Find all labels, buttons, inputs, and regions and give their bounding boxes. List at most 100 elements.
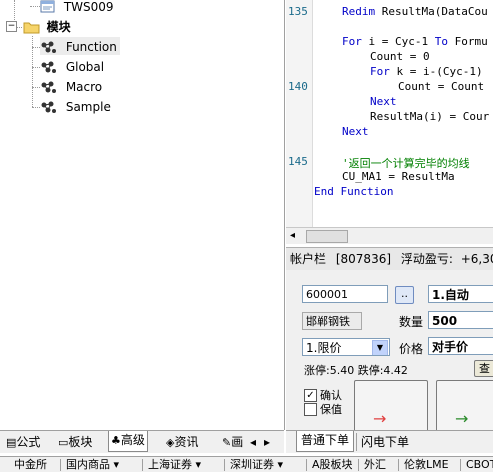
price-type-value: 1.限价 (306, 341, 342, 355)
draw-icon: ✎ (222, 436, 232, 449)
module-icon (41, 101, 56, 113)
tree-item-function[interactable]: Function (40, 37, 120, 55)
arrow-right-icon: ▸ (264, 435, 271, 449)
tree-item-global[interactable]: Global (40, 57, 104, 75)
sell-button[interactable]: → (436, 380, 493, 430)
horizontal-scrollbar[interactable]: ◂ (286, 227, 493, 244)
float-pl-value: +6,30 (460, 252, 493, 266)
tree-connector (32, 47, 40, 48)
code-line: Count = 0 (370, 50, 430, 63)
market-tab[interactable]: 伦敦LME (404, 458, 449, 472)
tree-group-modules[interactable]: − 模块 (6, 17, 71, 35)
code-line: For i = Cyc-1 To Formu (342, 35, 488, 48)
tree-connector (32, 107, 40, 108)
scrollbar-thumb[interactable] (306, 230, 348, 243)
module-icon (41, 41, 56, 53)
tree-connector (32, 67, 40, 68)
order-mode-select[interactable]: 1.自动 (428, 285, 493, 303)
market-tab-divider (358, 459, 359, 471)
module-icon (41, 61, 56, 73)
confirm-checkbox[interactable]: ✓ (304, 389, 317, 402)
code-line: Count = Count (398, 80, 485, 93)
tab-drawing[interactable]: ✎画 (220, 433, 245, 451)
tab-block[interactable]: ▭板块 (56, 433, 94, 451)
collapse-icon[interactable]: − (6, 21, 17, 32)
tree-connector (32, 87, 40, 88)
tab-news[interactable]: ◈资讯 (164, 433, 200, 451)
arrow-left-icon: ◂ (250, 435, 257, 449)
buy-arrow-icon: → (373, 409, 387, 428)
line-number: 135 (288, 5, 308, 18)
tree-item-label: TWS009 (63, 0, 114, 14)
tree-item-label: Sample (65, 99, 111, 114)
quantity-input[interactable]: 500 (428, 311, 493, 329)
code-line: Redim ResultMa(DataCou (342, 5, 488, 18)
float-pl-label: 浮动盈亏: (400, 252, 453, 266)
module-icon: ♣ (111, 434, 121, 447)
document-icon (40, 0, 55, 12)
hedge-label: 保值 (320, 403, 342, 416)
market-tab-divider (224, 459, 225, 471)
market-tab[interactable]: 上海证券 ▾ (148, 458, 201, 472)
tree-connector (30, 6, 40, 7)
order-tab-bar: 普通下单 闪电下单 (286, 430, 493, 453)
chevron-down-icon[interactable]: ▼ (372, 340, 388, 355)
tab-scroll-left-button[interactable]: ◂ (250, 433, 256, 451)
line-number: 140 (288, 80, 308, 93)
market-tab-bar: 中金所 国内商品 ▾ 上海证券 ▾ 深圳证券 ▾ A股板块外汇 伦敦LME CBOT (0, 456, 493, 472)
quantity-label: 数量 (399, 315, 424, 329)
account-bar: 帐户栏 [807836] 浮动盈亏: +6,30 (286, 247, 493, 271)
tree-group-label: 模块 (46, 19, 71, 34)
price-label: 价格 (399, 342, 424, 356)
market-tab-divider (142, 459, 143, 471)
line-number: 145 (288, 155, 308, 168)
line-number-gutter: 135 140 145 (286, 0, 313, 227)
tree-item-tws009[interactable]: TWS009 (40, 0, 114, 15)
order-panel: 600001 .. 1.自动 邯郸钢铁 数量 500 1.限价 ▼ 价格 对手价… (286, 270, 493, 430)
code-line: End Function (314, 185, 394, 198)
price-type-select[interactable]: 1.限价 ▼ (302, 338, 390, 356)
market-tab[interactable]: A股板块 (312, 458, 353, 472)
market-tab[interactable]: 国内商品 ▾ (66, 458, 119, 472)
tree-item-label: Function (65, 39, 117, 54)
scroll-left-icon[interactable]: ◂ (290, 228, 295, 243)
hedge-checkbox[interactable] (304, 403, 317, 416)
market-tab[interactable]: 深圳证券 ▾ (230, 458, 283, 472)
module-icon (41, 81, 56, 93)
stock-code-input[interactable]: 600001 (302, 285, 388, 303)
browse-button[interactable]: .. (395, 286, 414, 304)
sell-arrow-icon: → (455, 409, 469, 428)
tree-item-sample[interactable]: Sample (40, 97, 111, 115)
market-tab[interactable]: 外汇 (364, 458, 386, 472)
folder-icon: ▭ (58, 436, 69, 449)
code-line: Next (370, 95, 397, 108)
account-id: [807836] (335, 252, 392, 266)
tab-scroll-right-button[interactable]: ▸ (264, 433, 270, 451)
tree-item-macro[interactable]: Macro (40, 77, 102, 95)
stock-name-field: 邯郸钢铁 (302, 312, 362, 330)
code-editor[interactable]: 135 140 145 Redim ResultMa(DataCou For i = … (286, 0, 493, 227)
code-line: ResultMa(i) = Cour (370, 110, 490, 123)
folder-icon (23, 22, 40, 33)
market-tab-divider (306, 459, 307, 471)
market-tab-divider (460, 459, 461, 471)
buy-button[interactable]: → (354, 380, 428, 430)
tab-advanced[interactable]: ♣高级 (108, 431, 148, 452)
tree-item-label: Global (65, 59, 105, 74)
code-line: For k = i-(Cyc-1) (370, 65, 483, 78)
query-button[interactable]: 查 (474, 360, 493, 377)
tab-normal-order[interactable]: 普通下单 (296, 431, 355, 452)
left-tab-bar: ▤公式 ▭板块 ♣高级 ◈资讯 ✎画 ◂ ▸ (0, 430, 284, 453)
formula-icon: ▤ (6, 436, 17, 449)
tab-formula[interactable]: ▤公式 (4, 433, 42, 451)
account-label: 帐户栏 (290, 252, 327, 266)
code-line: Next (342, 125, 369, 138)
tab-flash-order[interactable]: 闪电下单 (356, 433, 413, 451)
market-tab[interactable]: 中金所 (14, 458, 47, 472)
market-tab-divider (398, 459, 399, 471)
market-tab[interactable]: CBOT (466, 458, 493, 472)
price-input[interactable]: 对手价 (428, 337, 493, 355)
tree-panel: TWS009 − 模块 Function Global Macro Sample (0, 0, 285, 430)
code-line: '返回一个计算完毕的均线 (342, 157, 470, 170)
limit-price-text: 涨停:5.40 跌停:4.42 (304, 364, 408, 377)
